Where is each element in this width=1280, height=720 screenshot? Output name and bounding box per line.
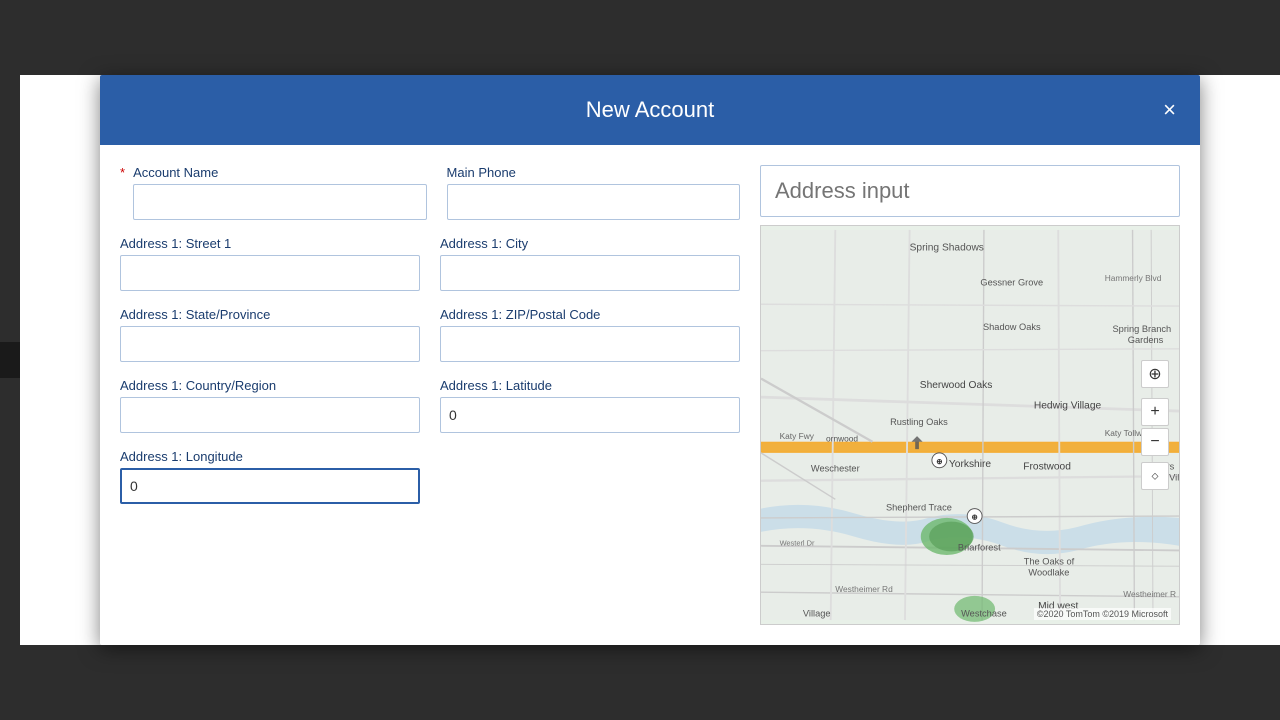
- svg-text:Frostwood: Frostwood: [1023, 462, 1071, 473]
- close-button[interactable]: ×: [1155, 95, 1184, 125]
- map-canvas: Spring Shadows Gessner Grove Hammerly Bl…: [761, 226, 1179, 624]
- city-label: Address 1: City: [440, 236, 740, 251]
- svg-text:⊕: ⊕: [972, 513, 978, 522]
- svg-text:ornwood: ornwood: [826, 434, 858, 444]
- map-zoom-in-button[interactable]: +: [1141, 398, 1169, 426]
- longitude-label: Address 1: Longitude: [120, 449, 420, 464]
- city-group: Address 1: City: [440, 236, 740, 291]
- zip-group: Address 1: ZIP/Postal Code: [440, 307, 740, 362]
- map-section: Spring Shadows Gessner Grove Hammerly Bl…: [760, 165, 1180, 625]
- city-input[interactable]: [440, 255, 740, 291]
- svg-text:⊕: ⊕: [936, 457, 942, 466]
- svg-text:Westheimer R: Westheimer R: [1123, 589, 1176, 599]
- latitude-label: Address 1: Latitude: [440, 378, 740, 393]
- country-lat-row: Address 1: Country/Region Address 1: Lat…: [120, 378, 740, 433]
- zip-label: Address 1: ZIP/Postal Code: [440, 307, 740, 322]
- country-group: Address 1: Country/Region: [120, 378, 420, 433]
- account-name-row: * Account Name Main Phone: [120, 165, 740, 220]
- longitude-input[interactable]: [120, 468, 420, 504]
- top-bar: [0, 342, 20, 378]
- street1-input[interactable]: [120, 255, 420, 291]
- street1-group: Address 1: Street 1: [120, 236, 420, 291]
- latitude-input[interactable]: [440, 397, 740, 433]
- modal-title: New Account: [586, 97, 714, 122]
- address-input[interactable]: [760, 165, 1180, 217]
- country-label: Address 1: Country/Region: [120, 378, 420, 393]
- svg-text:Yorkshire: Yorkshire: [949, 459, 991, 470]
- main-phone-label: Main Phone: [447, 165, 740, 180]
- tilt-icon: ⬦: [1152, 471, 1159, 482]
- map-compass-button[interactable]: ⊕: [1141, 360, 1169, 388]
- svg-text:Spring Branch: Spring Branch: [1112, 324, 1171, 334]
- svg-text:Sherwood Oaks: Sherwood Oaks: [920, 380, 993, 391]
- state-label: Address 1: State/Province: [120, 307, 420, 322]
- main-phone-group: Main Phone: [447, 165, 740, 220]
- modal-header: New Account ×: [100, 75, 1200, 145]
- longitude-group: Address 1: Longitude: [120, 449, 420, 504]
- state-input[interactable]: [120, 326, 420, 362]
- modal-body: * Account Name Main Phone Address 1: Str…: [100, 145, 1200, 645]
- state-group: Address 1: State/Province: [120, 307, 420, 362]
- svg-text:Katy Fwy: Katy Fwy: [780, 431, 815, 441]
- placeholder-group: [440, 449, 740, 504]
- main-phone-input[interactable]: [447, 184, 740, 220]
- longitude-row: Address 1: Longitude: [120, 449, 740, 504]
- latitude-group: Address 1: Latitude: [440, 378, 740, 433]
- svg-text:Weschester: Weschester: [811, 463, 860, 473]
- zoom-in-icon: +: [1150, 403, 1159, 421]
- svg-text:Woodlake: Woodlake: [1028, 567, 1069, 577]
- account-name-group: Account Name: [133, 165, 426, 220]
- svg-text:Gessner Grove: Gessner Grove: [980, 278, 1043, 288]
- compass-icon: ⊕: [1148, 364, 1161, 384]
- svg-text:Shadow Oaks: Shadow Oaks: [983, 322, 1041, 332]
- svg-text:Briarforest: Briarforest: [958, 542, 1001, 552]
- zoom-out-icon: −: [1150, 433, 1159, 451]
- svg-text:Spring Shadows: Spring Shadows: [910, 242, 984, 253]
- required-indicator: *: [120, 165, 125, 180]
- street1-label: Address 1: Street 1: [120, 236, 420, 251]
- modal: New Account × * Account Name Main Phone: [100, 75, 1200, 645]
- state-zip-row: Address 1: State/Province Address 1: ZIP…: [120, 307, 740, 362]
- svg-text:Hammerly Blvd: Hammerly Blvd: [1105, 273, 1162, 283]
- svg-text:Westchase: Westchase: [961, 608, 1007, 618]
- form-section: * Account Name Main Phone Address 1: Str…: [120, 165, 740, 625]
- zip-input[interactable]: [440, 326, 740, 362]
- modal-container: New Account × * Account Name Main Phone: [20, 75, 1280, 645]
- country-input[interactable]: [120, 397, 420, 433]
- map-zoom-out-button[interactable]: −: [1141, 428, 1169, 456]
- svg-text:Westerl Dr: Westerl Dr: [780, 539, 815, 548]
- map-attribution: ©2020 TomTom ©2019 Microsoft: [1034, 608, 1171, 620]
- svg-text:Shepherd Trace: Shepherd Trace: [886, 502, 952, 512]
- svg-text:Westheimer Rd: Westheimer Rd: [835, 584, 893, 594]
- street-city-row: Address 1: Street 1 Address 1: City: [120, 236, 740, 291]
- map-controls: ⊕ + − ⬦: [1141, 360, 1169, 490]
- svg-text:Hedwig Village: Hedwig Village: [1034, 400, 1102, 411]
- svg-text:Rustling Oaks: Rustling Oaks: [890, 417, 948, 427]
- map-container: Spring Shadows Gessner Grove Hammerly Bl…: [760, 225, 1180, 625]
- account-name-label: Account Name: [133, 165, 426, 180]
- account-name-input[interactable]: [133, 184, 426, 220]
- svg-text:Village: Village: [803, 608, 831, 618]
- map-tilt-button[interactable]: ⬦: [1141, 462, 1169, 490]
- svg-text:Gardens: Gardens: [1128, 335, 1164, 345]
- svg-text:The Oaks of: The Oaks of: [1024, 556, 1075, 566]
